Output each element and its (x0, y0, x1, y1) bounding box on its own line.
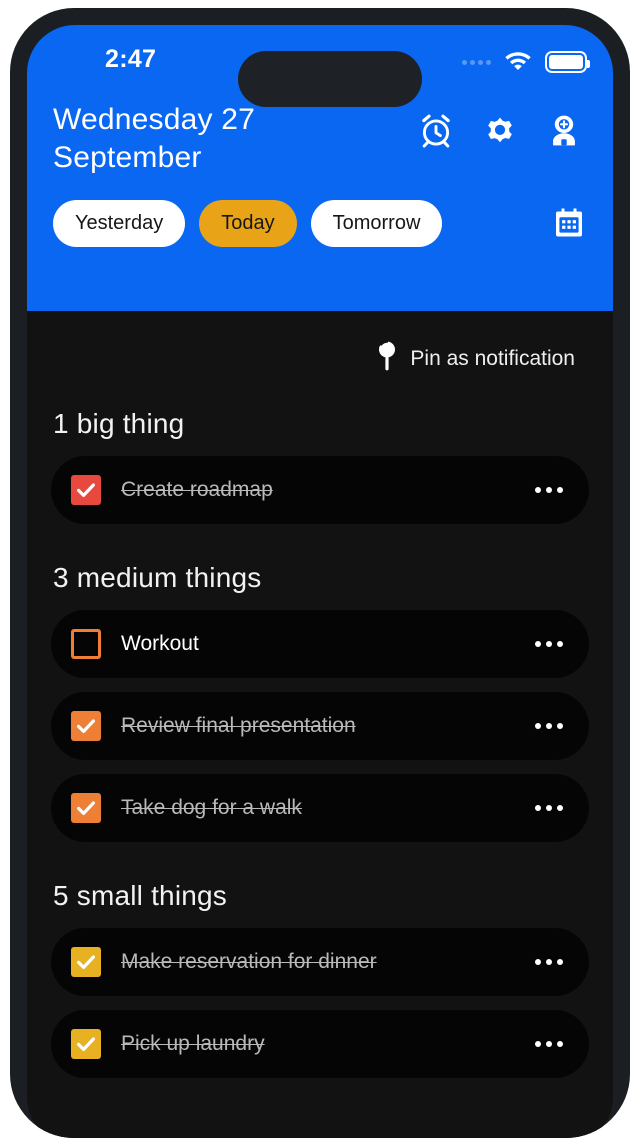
phone-screen: 2:47 Wednesday 27 September Yesterday To… (27, 25, 613, 1138)
task-label: Create roadmap (121, 478, 273, 501)
task-row[interactable]: Create roadmap (51, 456, 589, 524)
calendar-icon[interactable] (551, 205, 587, 241)
app-header: 2:47 Wednesday 27 September Yesterday To… (27, 25, 613, 311)
task-menu-button[interactable] (525, 951, 563, 973)
task-section: 3 medium things Workout Review final prese… (51, 562, 589, 842)
account-avatar-icon[interactable] (545, 111, 583, 154)
status-bar: 2:47 (27, 25, 613, 107)
battery-full-icon (545, 51, 590, 73)
task-menu-button[interactable] (525, 479, 563, 501)
settings-gear-icon[interactable] (481, 111, 519, 154)
wifi-icon (504, 49, 532, 75)
task-menu-button[interactable] (525, 1033, 563, 1055)
pin-as-notification-label: Pin as notification (410, 346, 575, 370)
status-bar-time: 2:47 (105, 45, 157, 73)
pushpin-icon (376, 339, 398, 378)
checkbox-unchecked-icon[interactable] (71, 629, 101, 659)
page-title: Wednesday 27 September (53, 103, 255, 175)
task-menu-button[interactable] (525, 715, 563, 737)
day-tab-today[interactable]: Today (199, 199, 297, 247)
app-body: Pin as notification 1 big thing Create ro… (27, 311, 613, 1138)
task-label: Review final presentation (121, 714, 356, 737)
checkbox-checked-icon[interactable] (71, 711, 101, 741)
phone-frame: 2:47 Wednesday 27 September Yesterday To… (10, 8, 630, 1138)
header-actions (417, 101, 583, 154)
alarm-icon[interactable] (417, 111, 455, 154)
task-label: Pick up laundry (121, 1032, 265, 1055)
task-row[interactable]: Take dog for a walk (51, 774, 589, 842)
pin-as-notification-button[interactable]: Pin as notification (51, 311, 589, 378)
task-label: Make reservation for dinner (121, 950, 377, 973)
checkbox-checked-icon[interactable] (71, 947, 101, 977)
task-sections: 1 big thing Create roadmap 3 medium things… (51, 408, 589, 1078)
status-bar-icons (462, 49, 590, 75)
day-tab-yesterday[interactable]: Yesterday (53, 199, 186, 247)
dynamic-island (238, 51, 422, 107)
signal-dots-icon (462, 59, 491, 65)
task-row[interactable]: Workout (51, 610, 589, 678)
day-tabs: Yesterday Today Tomorrow (27, 178, 613, 247)
section-title: 1 big thing (53, 408, 185, 439)
task-label: Workout (121, 632, 199, 655)
task-section: 5 small things Make reservation for dinne… (51, 880, 589, 1078)
task-menu-button[interactable] (525, 633, 563, 655)
section-title: 3 medium things (53, 562, 262, 593)
task-row[interactable]: Pick up laundry (51, 1010, 589, 1078)
section-title: 5 small things (53, 880, 227, 911)
day-tab-tomorrow[interactable]: Tomorrow (310, 199, 443, 247)
checkbox-checked-icon[interactable] (71, 475, 101, 505)
task-label: Take dog for a walk (121, 796, 302, 819)
task-row[interactable]: Review final presentation (51, 692, 589, 760)
task-section: 1 big thing Create roadmap (51, 408, 589, 524)
checkbox-checked-icon[interactable] (71, 1029, 101, 1059)
task-row[interactable]: Make reservation for dinner (51, 928, 589, 996)
task-menu-button[interactable] (525, 797, 563, 819)
checkbox-checked-icon[interactable] (71, 793, 101, 823)
